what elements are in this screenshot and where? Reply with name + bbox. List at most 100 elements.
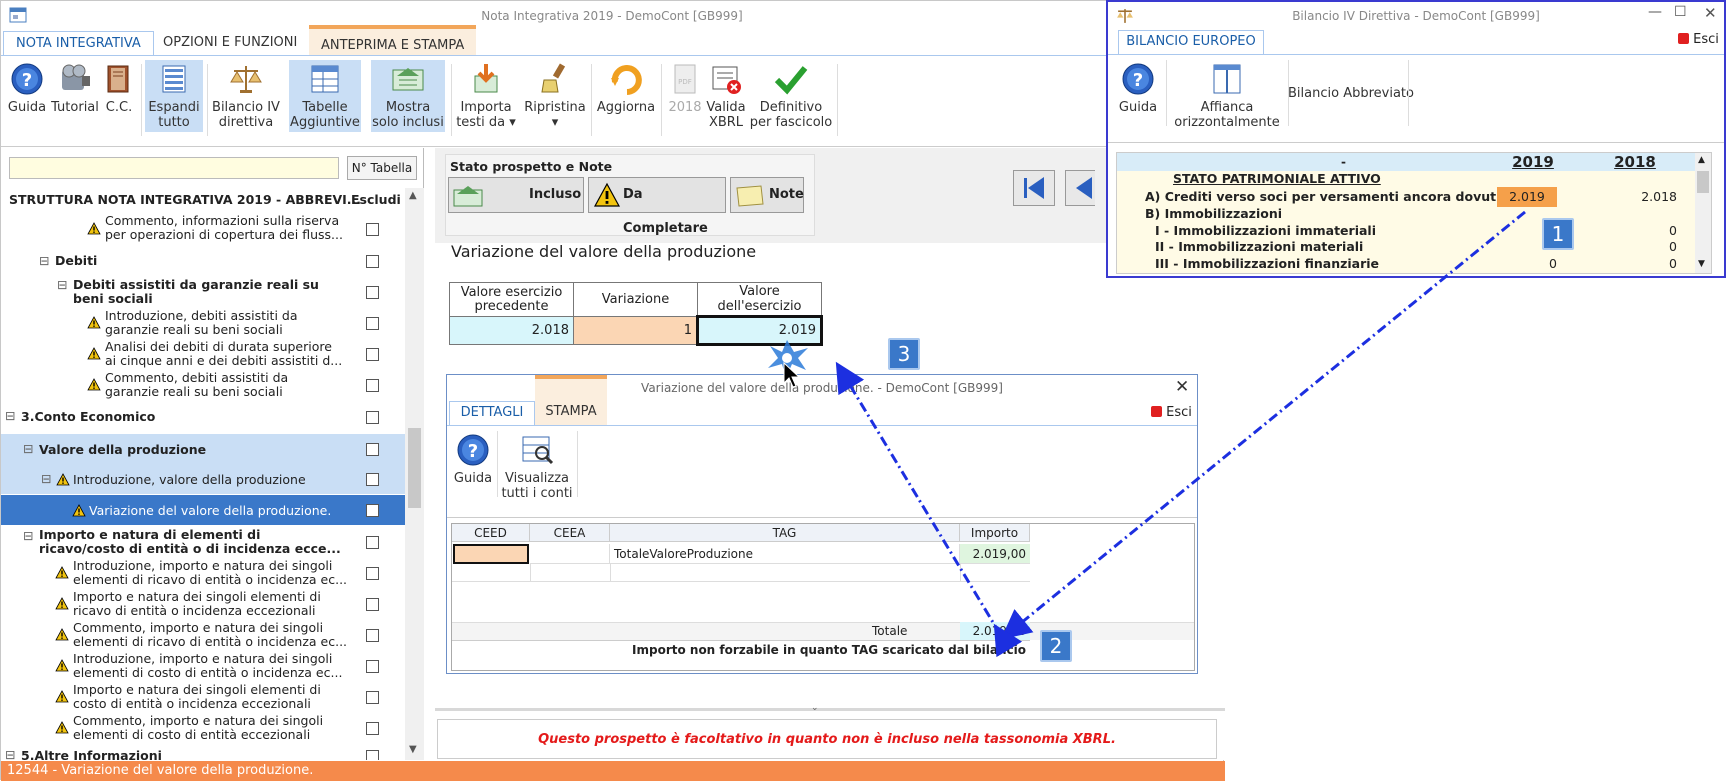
tree-item[interactable]: Importo e natura dei singoli elementi di… [1, 682, 405, 712]
collapse-icon[interactable]: ⊟ [41, 472, 51, 486]
tree-item[interactable]: Commento, debiti assistiti da garanzie re… [1, 370, 405, 400]
tree-item[interactable]: Introduzione, importo e natura dei singo… [1, 651, 405, 681]
cell-valore-esercizio[interactable]: 2.019 [696, 315, 823, 346]
visualizza-conti-button[interactable]: Visualizza tutti i conti [501, 431, 573, 503]
prev-record-button[interactable] [1065, 170, 1095, 206]
escludi-checkbox[interactable] [366, 629, 379, 642]
escludi-checkbox[interactable] [366, 348, 379, 361]
first-record-button[interactable] [1013, 170, 1055, 206]
scroll-up-arrow[interactable]: ▲ [409, 190, 417, 201]
escludi-checkbox[interactable] [366, 379, 379, 392]
escludi-checkbox[interactable] [366, 660, 379, 673]
tree-item[interactable]: ⊟ 3.Conto Economico [1, 404, 405, 430]
tutorial-button[interactable]: Tutorial [49, 60, 101, 132]
escludi-checkbox[interactable] [366, 691, 379, 704]
espandi-tutto-button[interactable]: Espandi tutto [145, 60, 203, 132]
ripristina-button[interactable]: Ripristina ▾ [521, 60, 589, 132]
note-icon [736, 185, 764, 207]
tab-stampa[interactable]: STAMPA [535, 379, 607, 425]
tree-item[interactable]: ⊟ 5.Altre Informazioni [1, 746, 405, 760]
cell-variazione[interactable]: 1 [573, 316, 698, 345]
escludi-checkbox[interactable] [366, 750, 379, 760]
escludi-checkbox[interactable] [366, 567, 379, 580]
escludi-checkbox[interactable] [366, 255, 379, 268]
collapse-icon[interactable]: ⊟ [57, 278, 67, 292]
mostra-solo-inclusi-button[interactable]: Mostra solo inclusi [371, 60, 445, 132]
tree-item-line2: elementi di costo di entità eccezionali [73, 727, 311, 742]
affianca-button[interactable]: Affianca orizzontalmente [1168, 60, 1286, 132]
scroll-down-arrow[interactable]: ▼ [409, 744, 417, 755]
tree-item[interactable]: Introduzione, importo e natura dei singo… [1, 558, 405, 588]
escludi-checkbox[interactable] [366, 473, 379, 486]
dialog-guida-button[interactable]: ? Guida [451, 431, 495, 503]
note-button[interactable]: Note [730, 177, 804, 213]
bilancio-iv-direttiva-button[interactable]: Bilancio IV direttiva [211, 60, 281, 132]
tree-item[interactable]: Analisi dei debiti di durata superiore ai… [1, 339, 405, 369]
tab-anteprima-stampa[interactable]: ANTEPRIMA E STAMPA [309, 25, 477, 55]
collapse-icon[interactable]: ⊟ [23, 529, 33, 543]
guida-button[interactable]: ? Guida [5, 60, 49, 132]
collapse-icon[interactable]: ⊟ [23, 442, 33, 456]
tree-item[interactable]: ⊟ Importo e natura di elementi di ricavo/… [1, 527, 405, 557]
tab-opzioni-funzioni[interactable]: OPZIONI E FUNZIONI [151, 31, 309, 55]
scroll-down-arrow[interactable]: ▼ [1698, 259, 1705, 269]
cell-ceed[interactable] [453, 544, 529, 564]
tree-item[interactable]: Commento, informazioni sulla riserva per … [1, 214, 405, 244]
svg-text:PDF: PDF [678, 78, 692, 86]
escludi-checkbox[interactable] [366, 286, 379, 299]
escludi-checkbox[interactable] [366, 317, 379, 330]
cell-ceea[interactable] [530, 544, 610, 564]
cell-valore-precedente[interactable]: 2.018 [449, 316, 574, 345]
collapse-icon[interactable]: ⊟ [5, 409, 15, 423]
tree-item[interactable]: Commento, importo e natura dei singoli el… [1, 620, 405, 650]
tree-item[interactable]: ⊟ Introduzione, valore della produzione [1, 464, 405, 494]
row-a-value-current[interactable]: 2.019 [1497, 187, 1557, 207]
side-guida-button[interactable]: ? Guida [1114, 60, 1162, 132]
tree-scrollbar[interactable]: ▲ ▼ [405, 188, 424, 760]
tree-item[interactable]: ⊟ Debiti assistiti da garanzie reali su b… [1, 276, 405, 306]
splitter-arrow-icon[interactable]: ⌄ [811, 703, 819, 713]
tabelle-aggiuntive-button[interactable]: Tabelle Aggiuntive [289, 60, 361, 132]
close-icon[interactable]: ✕ [1704, 4, 1717, 22]
cc-button[interactable]: C.C. [101, 60, 137, 132]
side-esci-button[interactable]: Esci [1678, 32, 1719, 47]
collapse-icon[interactable]: ⊟ [5, 748, 15, 761]
collapse-icon[interactable]: ⊟ [39, 254, 49, 268]
definitivo-button[interactable]: Definitivo per fascicolo [749, 60, 833, 132]
tab-dettagli[interactable]: DETTAGLI [449, 401, 535, 425]
cell-tag[interactable]: TotaleValoreProduzione [610, 544, 960, 564]
close-icon[interactable]: ✕ [1175, 377, 1189, 397]
n-tabella-button[interactable]: N° Tabella [347, 156, 417, 180]
maximize-icon[interactable]: ☐ [1674, 4, 1687, 20]
tree-item[interactable]: Importo e natura dei singoli elementi di… [1, 589, 405, 619]
importa-testi-button[interactable]: Importa testi da ▾ [455, 60, 517, 132]
escludi-checkbox[interactable] [366, 443, 379, 456]
scroll-thumb[interactable] [1697, 171, 1709, 193]
mostra-label-1: Mostra [385, 100, 431, 115]
tree-item[interactable]: ⊟ Valore della produzione [1, 434, 405, 464]
incluso-button[interactable]: Incluso [448, 177, 584, 213]
scroll-up-arrow[interactable]: ▲ [1698, 155, 1705, 165]
aggiorna-button[interactable]: Aggiorna [595, 60, 657, 132]
tree-item[interactable]: Commento, importo e natura dei singoli el… [1, 713, 405, 743]
tab-nota-integrativa[interactable]: NOTA INTEGRATIVA [3, 31, 154, 55]
bilancio-scrollbar[interactable]: ▲ ▼ [1695, 153, 1711, 273]
valida-xbrl-button[interactable]: Valida XBRL [705, 60, 747, 132]
tree-item[interactable]: ⊟ Debiti [1, 250, 405, 272]
da-completare-button[interactable]: Da Completare [588, 177, 726, 236]
tab-bilancio-europeo[interactable]: BILANCIO EUROPEO [1118, 30, 1264, 54]
escludi-checkbox[interactable] [366, 223, 379, 236]
dialog-esci-button[interactable]: Esci [1151, 405, 1192, 420]
scroll-thumb[interactable] [408, 428, 421, 508]
tree-item[interactable]: Introduzione, debiti assistiti da garanzi… [1, 308, 405, 338]
escludi-checkbox[interactable] [366, 411, 379, 424]
tree-item-selected[interactable]: Variazione del valore della produzione. [1, 495, 405, 525]
escludi-checkbox[interactable] [366, 598, 379, 611]
escludi-checkbox[interactable] [366, 536, 379, 549]
minimize-icon[interactable]: — [1648, 4, 1662, 20]
cell-importo[interactable]: 2.019,00 [960, 544, 1030, 564]
tree-search-input[interactable] [9, 157, 339, 179]
bilancio-abbreviato-button[interactable]: Bilancio Abbreviato [1284, 86, 1418, 101]
escludi-checkbox[interactable] [366, 722, 379, 735]
escludi-checkbox[interactable] [366, 504, 379, 517]
